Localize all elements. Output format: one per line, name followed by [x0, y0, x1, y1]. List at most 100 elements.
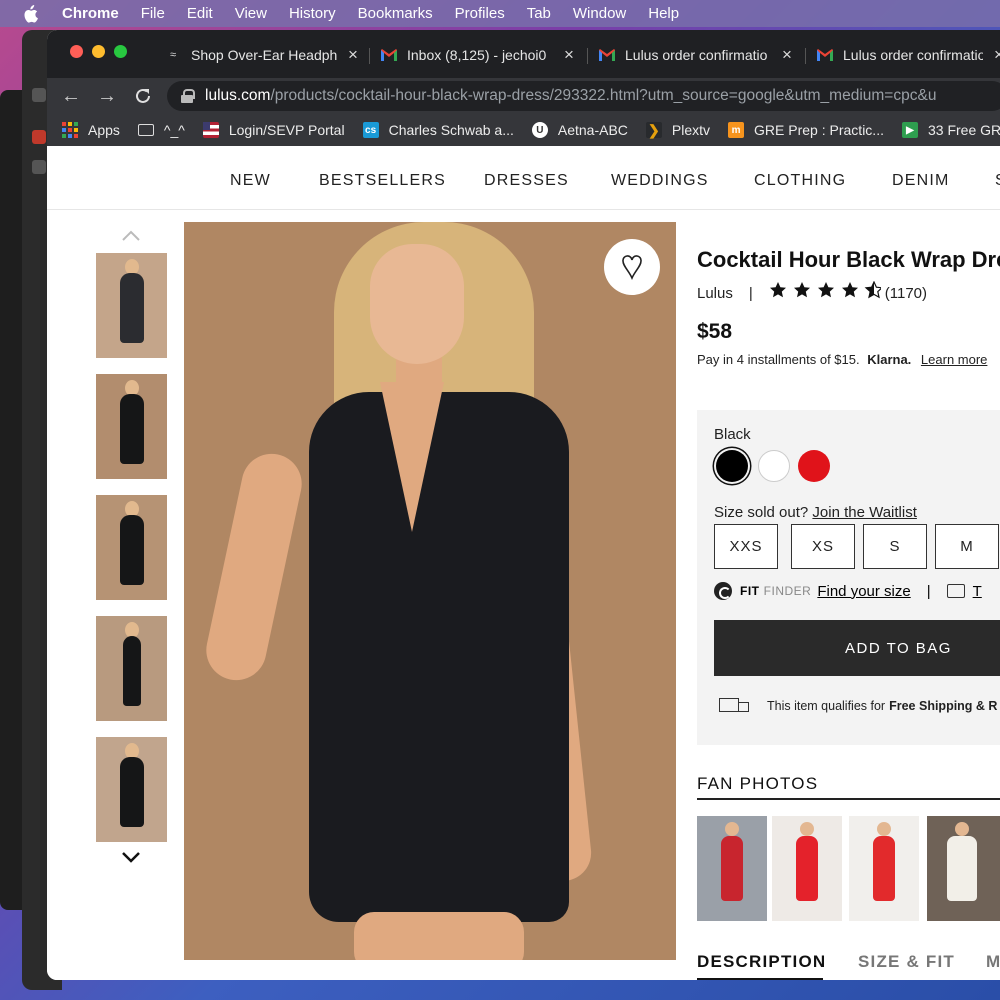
klarna-learn-more-link[interactable]: Learn more — [921, 352, 987, 367]
schwab-icon: cs — [362, 122, 379, 138]
fit-finder-icon — [714, 582, 732, 600]
thumbnail[interactable] — [96, 737, 167, 842]
fit-finder: FIT FINDER Find your size | T — [714, 582, 982, 600]
review-count[interactable]: (1170) — [885, 285, 927, 302]
magoosh-icon: m — [728, 122, 745, 138]
size-s-button[interactable]: S — [863, 524, 927, 569]
nav-new[interactable]: NEW — [230, 172, 271, 190]
brand-link[interactable]: Lulus — [697, 285, 733, 302]
fan-photo[interactable] — [849, 816, 919, 921]
tab-lulus-order-2[interactable]: Lulus order confirmatio × — [817, 40, 1000, 70]
close-icon[interactable]: × — [991, 45, 1000, 65]
size-xxs-button[interactable]: XXS — [714, 524, 778, 569]
plex-icon: ❯ — [645, 122, 662, 138]
forward-arrow-icon[interactable]: → — [95, 84, 119, 108]
brand-rating-row: Lulus | (1170) — [697, 280, 927, 305]
nav-dresses[interactable]: DRESSES — [484, 172, 569, 190]
bookmark-folder[interactable]: ^_^ — [137, 122, 185, 138]
browser-window: ≈ Shop Over-Ear Headph × Inbox (8,125) -… — [47, 30, 1000, 980]
menu-bookmarks[interactable]: Bookmarks — [358, 5, 433, 22]
zoom-window-button[interactable] — [114, 45, 127, 58]
apple-icon[interactable] — [22, 4, 38, 23]
app-icon — [32, 130, 46, 144]
bookmark-label: Charles Schwab a... — [388, 122, 514, 138]
bookmark-schwab[interactable]: cs Charles Schwab a... — [362, 122, 514, 138]
fit-finder-brand: FIT — [740, 584, 760, 598]
chevron-up-icon[interactable] — [121, 226, 141, 242]
divider — [697, 798, 1000, 800]
thumbnail[interactable] — [96, 495, 167, 600]
bookmarks-bar: Apps ^_^ Login/SEVP Portal cs Charles Sc… — [47, 114, 1000, 146]
size-xs-button[interactable]: XS — [791, 524, 855, 569]
product-price: $58 — [697, 320, 733, 343]
join-waitlist-link[interactable]: Join the Waitlist — [812, 504, 916, 521]
tab-size-fit[interactable]: SIZE & FIT — [858, 952, 955, 972]
bookmark-apps[interactable]: Apps — [62, 122, 120, 138]
tab-inbox[interactable]: Inbox (8,125) - jechoi0 × — [381, 40, 577, 70]
menu-chrome[interactable]: Chrome — [62, 5, 119, 22]
menu-view[interactable]: View — [235, 5, 267, 22]
apps-grid-icon — [62, 122, 78, 138]
color-swatch-white[interactable] — [758, 450, 790, 482]
tab-lulus-order-1[interactable]: Lulus order confirmatio × — [599, 40, 795, 70]
bookmark-label: Aetna-ABC — [557, 122, 628, 138]
fan-photo[interactable] — [927, 816, 1000, 921]
bookmark-aetna[interactable]: U Aetna-ABC — [531, 122, 628, 138]
thumbnail[interactable] — [96, 253, 167, 358]
url-path: /products/cocktail-hour-black-wrap-dress… — [270, 87, 937, 104]
star-rating[interactable] — [769, 280, 884, 305]
close-icon[interactable]: × — [345, 45, 361, 65]
menu-edit[interactable]: Edit — [187, 5, 213, 22]
find-your-size-link[interactable]: Find your size — [817, 583, 910, 600]
klarna-text: Pay in 4 installments of $15. — [697, 352, 860, 367]
separator: | — [748, 284, 753, 302]
chat-icon[interactable] — [946, 584, 965, 598]
truncated-link[interactable]: T — [973, 583, 982, 600]
tab-title: Lulus order confirmatio — [625, 47, 768, 63]
close-icon[interactable]: × — [779, 45, 795, 65]
close-icon[interactable]: × — [561, 45, 577, 65]
back-arrow-icon[interactable]: ← — [59, 84, 83, 108]
bookmark-label: GRE Prep : Practic... — [754, 122, 884, 138]
product-hero-image[interactable] — [184, 222, 676, 960]
wishlist-heart-button[interactable] — [604, 239, 660, 295]
tab-title: Shop Over-Ear Headph — [191, 47, 337, 63]
description-tabs: DESCRIPTION SIZE & FIT M — [697, 952, 1000, 980]
product-info: Cocktail Hour Black Wrap Dre Lulus | (11… — [697, 146, 1000, 980]
color-swatch-black[interactable] — [716, 450, 748, 482]
add-to-bag-button[interactable]: ADD TO BAG — [714, 620, 1000, 676]
fit-finder-brand-2: FINDER — [763, 584, 812, 598]
thumbnail[interactable] — [96, 616, 167, 721]
bookmark-free-gre[interactable]: ▶ 33 Free GR — [901, 122, 1000, 138]
nav-weddings[interactable]: WEDDINGS — [611, 172, 709, 190]
reload-icon[interactable] — [131, 84, 155, 108]
close-window-button[interactable] — [70, 45, 83, 58]
menu-window[interactable]: Window — [573, 5, 626, 22]
chevron-down-icon[interactable] — [121, 846, 141, 863]
minimize-window-button[interactable] — [92, 45, 105, 58]
fan-photo[interactable] — [697, 816, 767, 921]
bookmark-sevp[interactable]: Login/SEVP Portal — [202, 122, 345, 138]
size-m-button[interactable]: M — [935, 524, 999, 569]
nav-bestsellers[interactable]: BESTSELLERS — [319, 172, 446, 190]
thumbnail[interactable] — [96, 374, 167, 479]
address-bar[interactable]: lulus.com/products/cocktail-hour-black-w… — [167, 81, 1000, 111]
menu-help[interactable]: Help — [648, 5, 679, 22]
color-swatch-red[interactable] — [798, 450, 830, 482]
bookmark-label: Apps — [88, 122, 120, 138]
fan-photo[interactable] — [772, 816, 842, 921]
bookmark-label: ^_^ — [163, 122, 185, 138]
bookmark-plextv[interactable]: ❯ Plextv — [645, 122, 710, 138]
lock-icon[interactable] — [181, 89, 195, 103]
headphones-icon: ≈ — [169, 49, 177, 61]
color-label: Black — [714, 426, 751, 443]
tab-more[interactable]: M — [986, 952, 1000, 972]
menu-profiles[interactable]: Profiles — [455, 5, 505, 22]
bookmark-gre-prep[interactable]: m GRE Prep : Practic... — [728, 122, 884, 138]
tab-headphones[interactable]: ≈ Shop Over-Ear Headph × — [165, 40, 361, 70]
menu-history[interactable]: History — [289, 5, 336, 22]
menu-file[interactable]: File — [141, 5, 165, 22]
tab-description[interactable]: DESCRIPTION — [697, 952, 826, 972]
macos-menu-bar: Chrome File Edit View History Bookmarks … — [0, 0, 1000, 27]
menu-tab[interactable]: Tab — [527, 5, 551, 22]
